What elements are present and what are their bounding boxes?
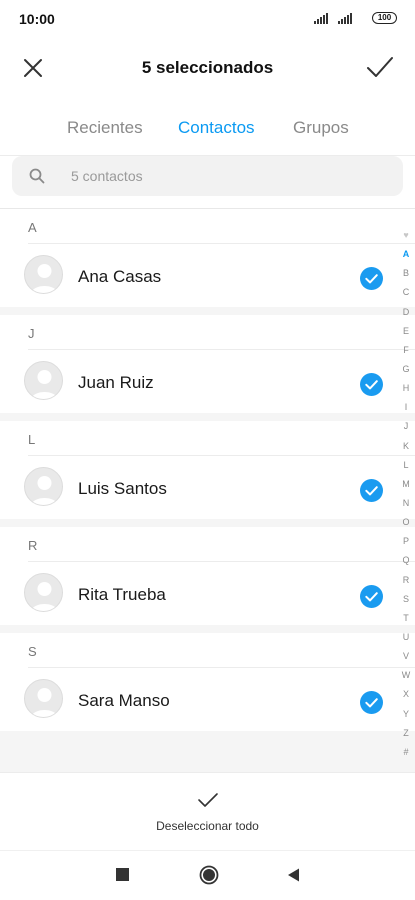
alphabet-letter[interactable]: P [396, 532, 415, 551]
page-title: 5 seleccionados [141, 58, 274, 77]
section-l: L Luis Santos [0, 421, 415, 519]
status-time: 10:00 [19, 11, 55, 27]
recents-icon[interactable] [116, 868, 129, 881]
alphabet-letter[interactable]: # [396, 743, 415, 762]
checked-icon[interactable] [360, 585, 383, 608]
alphabet-letter[interactable]: F [396, 341, 415, 360]
tab-recientes[interactable]: Recientes [67, 118, 143, 138]
home-icon[interactable] [199, 865, 219, 885]
section-letter: J [28, 326, 35, 341]
contact-name: Ana Casas [78, 267, 162, 286]
contact-list[interactable]: A Ana Casas J Juan Ruiz L Luis Santos R … [0, 208, 415, 772]
alphabet-letter[interactable]: B [396, 264, 415, 283]
contact-name: Sara Manso [78, 691, 170, 710]
alphabet-letter[interactable]: G [396, 360, 415, 379]
section-a: A Ana Casas [0, 209, 415, 307]
alphabet-letter[interactable]: L [396, 456, 415, 475]
divider [28, 349, 415, 350]
alphabet-letter[interactable]: N [396, 494, 415, 513]
list-item[interactable]: Juan Ruiz [0, 349, 415, 413]
avatar [24, 679, 63, 718]
alphabet-index[interactable]: ♥ A B C D E F G H I J K L M N O P Q R S T U V W X Y Z # [396, 226, 415, 762]
alphabet-letter[interactable]: O [396, 513, 415, 532]
deselect-all-label: Deseleccionar todo [156, 819, 259, 833]
contact-name: Juan Ruiz [78, 373, 154, 392]
checked-icon[interactable] [360, 373, 383, 396]
alphabet-letter[interactable]: Y [396, 705, 415, 724]
section-s: S Sara Manso [0, 633, 415, 731]
alphabet-letter[interactable]: I [396, 398, 415, 417]
status-icons: 100 [314, 12, 397, 24]
alphabet-letter[interactable]: S [396, 590, 415, 609]
alphabet-letter[interactable]: M [396, 475, 415, 494]
signal-icon [338, 12, 352, 24]
status-bar: 10:00 100 [0, 0, 415, 36]
section-r: R Rita Trueba [0, 527, 415, 625]
battery-icon: 100 [372, 12, 397, 24]
checked-icon[interactable] [360, 691, 383, 714]
person-icon [30, 582, 59, 611]
alphabet-letter[interactable]: C [396, 283, 415, 302]
search-input[interactable]: 5 contactos [12, 156, 403, 196]
alphabet-letter[interactable]: R [396, 571, 415, 590]
search-icon [29, 168, 45, 184]
tab-contactos[interactable]: Contactos [178, 118, 255, 138]
alphabet-letter[interactable]: D [396, 303, 415, 322]
alphabet-letter[interactable]: T [396, 609, 415, 628]
list-item[interactable]: Rita Trueba [0, 561, 415, 625]
section-letter: R [28, 538, 38, 553]
person-icon [30, 476, 59, 505]
alphabet-letter[interactable]: K [396, 437, 415, 456]
alphabet-letter[interactable]: V [396, 647, 415, 666]
section-j: J Juan Ruiz [0, 315, 415, 413]
alphabet-letter[interactable]: W [396, 666, 415, 685]
avatar [24, 573, 63, 612]
favorites-icon[interactable]: ♥ [396, 226, 415, 245]
alphabet-letter[interactable]: X [396, 685, 415, 704]
back-icon[interactable] [287, 868, 300, 882]
search-placeholder: 5 contactos [71, 168, 143, 184]
contact-name: Luis Santos [78, 479, 167, 498]
tab-bar: Recientes Contactos Grupos [0, 112, 415, 142]
alphabet-letter[interactable]: A [396, 245, 415, 264]
section-letter: A [28, 220, 37, 235]
checked-icon[interactable] [360, 267, 383, 290]
divider [28, 667, 415, 668]
list-item[interactable]: Sara Manso [0, 667, 415, 731]
checked-icon[interactable] [360, 479, 383, 502]
system-nav-bar [0, 850, 415, 900]
person-icon [30, 370, 59, 399]
avatar [24, 255, 63, 294]
check-icon [197, 793, 218, 807]
deselect-all-button[interactable]: Deseleccionar todo [0, 791, 415, 833]
alphabet-letter[interactable]: H [396, 379, 415, 398]
avatar [24, 467, 63, 506]
person-icon [30, 688, 59, 717]
contact-name: Rita Trueba [78, 585, 166, 604]
list-item[interactable]: Luis Santos [0, 455, 415, 519]
alphabet-letter[interactable]: U [396, 628, 415, 647]
divider [28, 561, 415, 562]
alphabet-letter[interactable]: Z [396, 724, 415, 743]
list-item[interactable]: Ana Casas [0, 243, 415, 307]
divider [28, 455, 415, 456]
alphabet-letter[interactable]: J [396, 417, 415, 436]
tab-grupos[interactable]: Grupos [293, 118, 349, 138]
section-letter: S [28, 644, 37, 659]
person-icon [30, 264, 59, 293]
divider [28, 243, 415, 244]
header: 5 seleccionados [0, 45, 415, 91]
signal-icon [314, 12, 328, 24]
avatar [24, 361, 63, 400]
section-letter: L [28, 432, 36, 447]
bottom-bar: Deseleccionar todo [0, 772, 415, 850]
alphabet-letter[interactable]: E [396, 322, 415, 341]
check-icon[interactable] [365, 53, 395, 81]
alphabet-letter[interactable]: Q [396, 551, 415, 570]
